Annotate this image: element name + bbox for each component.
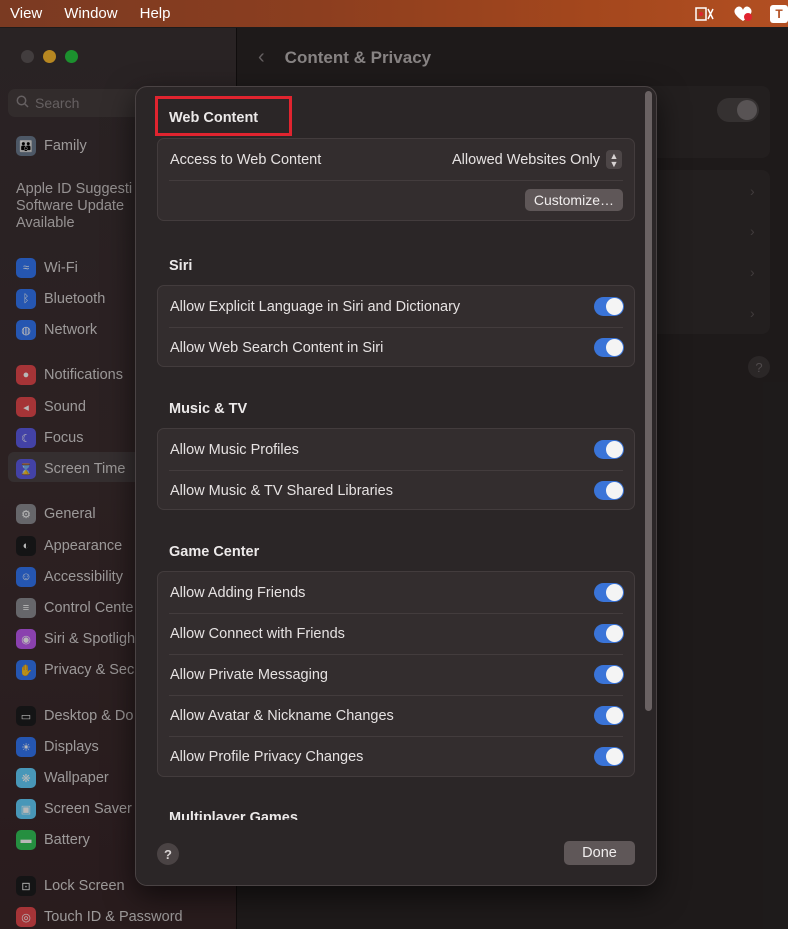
row-label: Allow Web Search Content in Siri: [170, 339, 384, 356]
section-title-game-center: Game Center: [169, 544, 260, 560]
profile-privacy-toggle[interactable]: [594, 747, 624, 766]
avatar-nickname-toggle[interactable]: [594, 706, 624, 725]
section-title-music-tv: Music & TV: [169, 401, 248, 417]
shared-libraries-toggle[interactable]: [594, 481, 624, 500]
media-icon[interactable]: [694, 5, 716, 23]
done-button[interactable]: Done: [564, 841, 635, 865]
menu-view[interactable]: View: [10, 5, 42, 22]
group-web-content: Access to Web Content Allowed Websites O…: [157, 138, 635, 221]
section-title-web-content: Web Content: [169, 110, 259, 126]
row-connect-friends: Allow Connect with Friends: [158, 613, 634, 654]
row-label: Allow Profile Privacy Changes: [170, 748, 364, 765]
adding-friends-toggle[interactable]: [594, 583, 624, 602]
menu-help[interactable]: Help: [140, 5, 171, 22]
row-explicit-language: Allow Explicit Language in Siri and Dict…: [158, 286, 634, 327]
row-avatar-nickname: Allow Avatar & Nickname Changes: [158, 695, 634, 736]
row-shared-libraries: Allow Music & TV Shared Libraries: [158, 470, 634, 511]
row-label: Allow Music Profiles: [170, 441, 299, 458]
row-web-search-siri: Allow Web Search Content in Siri: [158, 327, 634, 368]
row-profile-privacy: Allow Profile Privacy Changes: [158, 736, 634, 777]
customize-button[interactable]: Customize…: [524, 189, 623, 211]
row-adding-friends: Allow Adding Friends: [158, 572, 634, 613]
group-game-center: Allow Adding Friends Allow Connect with …: [157, 571, 635, 777]
web-search-siri-toggle[interactable]: [594, 338, 624, 357]
row-customize: Customize…: [158, 180, 634, 221]
explicit-language-toggle[interactable]: [594, 297, 624, 316]
content-privacy-sheet: Web Content Access to Web Content Allowe…: [135, 86, 657, 886]
menu-extras: T: [694, 0, 788, 27]
row-music-profiles: Allow Music Profiles: [158, 429, 634, 470]
scrollbar[interactable]: [645, 91, 652, 711]
row-label: Allow Avatar & Nickname Changes: [170, 707, 394, 724]
row-label: Allow Adding Friends: [170, 584, 306, 601]
section-title-multiplayer-games: Multiplayer Games: [169, 810, 298, 820]
row-label: Allow Explicit Language in Siri and Dict…: [170, 298, 461, 315]
row-access-web-content: Access to Web Content Allowed Websites O…: [158, 139, 634, 180]
web-content-popup[interactable]: Allowed Websites Only ▲ ▼: [452, 150, 622, 169]
sheet-footer: ? Done: [136, 820, 656, 885]
heart-icon[interactable]: [732, 5, 754, 23]
section-title-siri: Siri: [169, 258, 193, 274]
menu-bar: View Window Help T: [0, 0, 788, 27]
updown-chevron-icon: ▲ ▼: [606, 150, 622, 169]
row-private-messaging: Allow Private Messaging: [158, 654, 634, 695]
text-icon[interactable]: T: [770, 4, 788, 23]
row-label: Access to Web Content: [170, 151, 322, 168]
sheet-scroll-area[interactable]: Web Content Access to Web Content Allowe…: [136, 87, 656, 820]
music-profiles-toggle[interactable]: [594, 440, 624, 459]
group-siri: Allow Explicit Language in Siri and Dict…: [157, 285, 635, 367]
row-label: Allow Music & TV Shared Libraries: [170, 482, 393, 499]
row-label: Allow Private Messaging: [170, 666, 328, 683]
help-icon[interactable]: ?: [157, 843, 179, 865]
row-label: Allow Connect with Friends: [170, 625, 345, 642]
popup-value: Allowed Websites Only: [451, 151, 600, 168]
menu-window[interactable]: Window: [64, 5, 117, 22]
private-messaging-toggle[interactable]: [594, 665, 624, 684]
group-music-tv: Allow Music Profiles Allow Music & TV Sh…: [157, 428, 635, 510]
connect-friends-toggle[interactable]: [594, 624, 624, 643]
